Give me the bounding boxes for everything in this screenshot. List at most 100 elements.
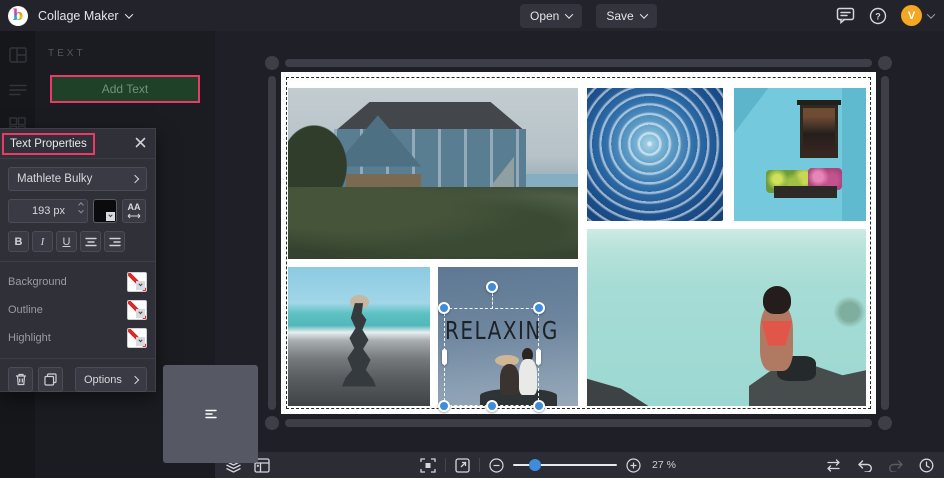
align-center-button[interactable] bbox=[80, 231, 101, 252]
cairn-stack bbox=[342, 303, 376, 386]
zoom-slider[interactable] bbox=[513, 464, 617, 467]
highlight-color-swatch[interactable] bbox=[127, 328, 147, 348]
font-size-stepper[interactable] bbox=[79, 203, 83, 214]
duplicate-text-button[interactable] bbox=[38, 367, 63, 392]
rotate-handle[interactable] bbox=[486, 281, 498, 293]
text-selection-box[interactable]: RELAXING bbox=[444, 308, 539, 406]
text-style-row: B I U bbox=[8, 231, 147, 252]
background-color-swatch[interactable] bbox=[127, 272, 147, 292]
swap-arrows-icon bbox=[825, 459, 842, 472]
resize-handle-left[interactable] bbox=[442, 349, 447, 365]
fit-to-screen-button[interactable] bbox=[420, 458, 436, 473]
woman-hair bbox=[763, 286, 791, 314]
zoom-out-button[interactable] bbox=[489, 458, 504, 473]
top-bar: b Collage Maker Open Save bbox=[0, 0, 944, 31]
letter-spacing-button[interactable]: AA bbox=[122, 199, 146, 223]
text-layer[interactable]: RELAXING bbox=[445, 315, 538, 345]
close-button[interactable] bbox=[135, 137, 146, 150]
fit-screen-icon bbox=[420, 458, 436, 473]
zoom-slider-knob[interactable] bbox=[529, 459, 541, 471]
bottom-right-tools bbox=[825, 452, 934, 478]
undo-icon bbox=[857, 459, 873, 472]
canvas-edge-handle-top[interactable] bbox=[285, 59, 872, 67]
outline-color-swatch[interactable] bbox=[127, 300, 147, 320]
font-size-field[interactable] bbox=[8, 199, 88, 223]
canvas-corner-handle-bl[interactable] bbox=[265, 416, 279, 430]
flower-box-planter bbox=[774, 186, 837, 198]
font-size-input[interactable] bbox=[9, 205, 65, 217]
canvas-edge-handle-left[interactable] bbox=[268, 76, 276, 410]
size-color-row: AA bbox=[8, 199, 147, 223]
redo-button[interactable] bbox=[888, 459, 904, 472]
collage-photo-ocean-wave[interactable] bbox=[587, 88, 723, 221]
open-in-new-icon bbox=[455, 458, 470, 473]
bold-button[interactable]: B bbox=[8, 231, 29, 252]
align-right-button[interactable] bbox=[104, 231, 125, 252]
resize-handle-tl[interactable] bbox=[438, 302, 450, 314]
help-button[interactable]: ? bbox=[869, 7, 887, 25]
swap-layout-button[interactable] bbox=[825, 459, 842, 472]
canvas-corner-handle-br[interactable] bbox=[878, 416, 892, 430]
align-left-icon bbox=[205, 409, 217, 419]
options-label: Options bbox=[84, 374, 122, 386]
minus-circle-icon bbox=[489, 458, 504, 473]
avatar: V bbox=[901, 5, 922, 26]
align-center-icon bbox=[85, 237, 97, 247]
resize-handle-bottom[interactable] bbox=[486, 400, 498, 412]
delete-text-button[interactable] bbox=[8, 367, 33, 392]
duplicate-icon bbox=[44, 373, 57, 386]
underline-button[interactable]: U bbox=[56, 231, 77, 252]
stepper-down-icon bbox=[78, 208, 84, 214]
canvas-corner-handle-tl[interactable] bbox=[265, 56, 279, 70]
resize-handle-tr[interactable] bbox=[533, 302, 545, 314]
sidebar-item-layouts[interactable] bbox=[9, 47, 27, 63]
divider bbox=[479, 458, 480, 472]
align-right-icon bbox=[109, 237, 121, 247]
befunky-logo-icon[interactable]: b bbox=[8, 6, 28, 26]
canvas-edge-handle-bottom[interactable] bbox=[285, 419, 872, 427]
sea-grass bbox=[833, 296, 866, 328]
align-left-button[interactable] bbox=[163, 365, 258, 463]
color-dropdown-corner bbox=[136, 281, 145, 290]
grass bbox=[288, 187, 578, 259]
collage-photo-woman-by-sea[interactable] bbox=[587, 229, 866, 406]
resize-handle-br[interactable] bbox=[533, 400, 545, 412]
chevron-right-icon bbox=[131, 175, 139, 183]
open-button[interactable]: Open bbox=[520, 4, 582, 28]
text-properties-body: Mathlete Bulky AA bbox=[0, 159, 155, 400]
collage-photo-stone-cairn[interactable] bbox=[288, 267, 430, 406]
canvas-corner-handle-tr[interactable] bbox=[878, 56, 892, 70]
close-icon bbox=[135, 137, 146, 148]
italic-button[interactable]: I bbox=[32, 231, 53, 252]
save-button[interactable]: Save bbox=[596, 4, 656, 28]
collage-canvas[interactable]: RELAXING bbox=[281, 72, 876, 414]
add-text-button[interactable]: Add Text bbox=[52, 77, 198, 101]
resize-handle-right[interactable] bbox=[536, 349, 541, 365]
account-menu[interactable]: V bbox=[901, 5, 934, 26]
options-button[interactable]: Options bbox=[75, 367, 147, 392]
text-properties-footer: Options bbox=[8, 367, 147, 392]
canvas-workspace[interactable]: RELAXING bbox=[215, 31, 944, 452]
underline-label: U bbox=[63, 236, 71, 248]
trash-icon bbox=[15, 373, 27, 386]
canvas-edge-handle-right[interactable] bbox=[881, 76, 889, 410]
bold-label: B bbox=[15, 236, 23, 248]
window bbox=[800, 105, 838, 158]
app-title-menu[interactable]: Collage Maker bbox=[38, 9, 132, 23]
color-dropdown-corner bbox=[136, 337, 145, 346]
sidebar-item-patterns[interactable] bbox=[9, 83, 27, 97]
text-color-swatch[interactable] bbox=[93, 199, 117, 223]
open-in-new-button[interactable] bbox=[455, 458, 470, 473]
feedback-chat-button[interactable] bbox=[836, 7, 855, 24]
undo-button[interactable] bbox=[857, 459, 873, 472]
collage-photo-beach-house[interactable] bbox=[288, 88, 578, 259]
color-dropdown-corner bbox=[106, 212, 115, 221]
collage-photo-blue-wall[interactable] bbox=[734, 88, 866, 221]
save-button-label: Save bbox=[606, 9, 633, 23]
divider bbox=[0, 261, 155, 262]
resize-handle-bl[interactable] bbox=[438, 400, 450, 412]
zoom-in-button[interactable] bbox=[626, 458, 641, 473]
svg-text:?: ? bbox=[875, 11, 881, 21]
font-family-selector[interactable]: Mathlete Bulky bbox=[8, 167, 147, 191]
history-button[interactable] bbox=[919, 458, 934, 473]
